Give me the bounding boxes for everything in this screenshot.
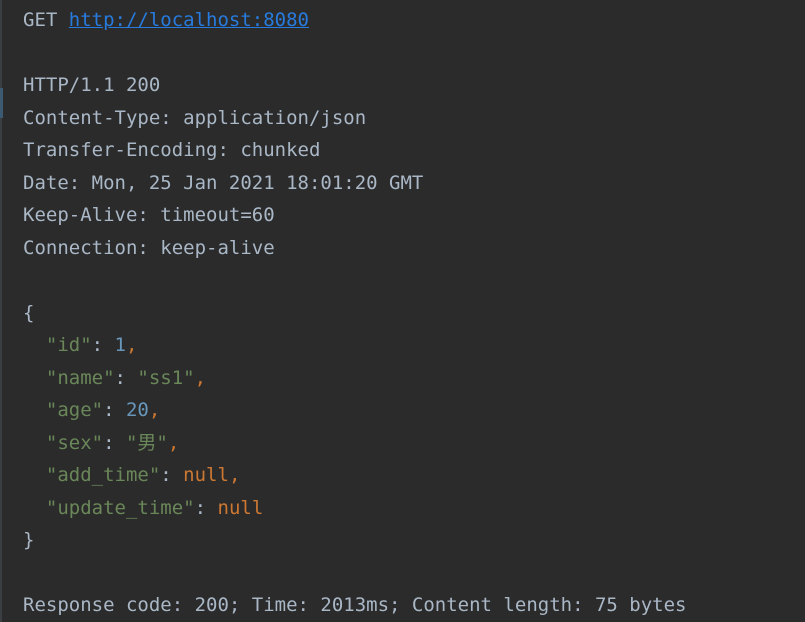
json-key: "age" — [45, 399, 104, 421]
header-date: Date: Mon, 25 Jan 2021 18:01:20 GMT — [23, 171, 424, 194]
http-response-viewer[interactable]: GET http://localhost:8080 HTTP/1.1 200 C… — [23, 4, 805, 622]
header-content-type: Content-Type: application/json — [23, 106, 367, 129]
json-field-id: "id": 1, — [45, 334, 138, 356]
json-comma: , — [167, 431, 180, 454]
json-key: "name" — [45, 366, 115, 389]
json-open-brace: { — [23, 301, 35, 324]
json-key: "sex" — [45, 431, 104, 454]
response-summary: Response code: 200; Time: 2013ms; Conten… — [23, 594, 687, 616]
gutter-marker — [0, 88, 3, 118]
json-comma: , — [194, 366, 207, 389]
json-comma: , — [228, 464, 241, 486]
json-comma: , — [126, 334, 138, 356]
json-value: null — [217, 496, 264, 519]
request-line: GET http://localhost:8080 — [23, 4, 805, 37]
request-url-link[interactable]: http://localhost:8080 — [69, 9, 309, 31]
json-key: "id" — [45, 334, 92, 356]
status-line: HTTP/1.1 200 — [23, 74, 161, 96]
json-value: 20 — [125, 399, 149, 421]
json-field-age: "age": 20, — [45, 399, 161, 421]
json-key: "update_time" — [45, 496, 195, 519]
header-keep-alive: Keep-Alive: timeout=60 — [23, 204, 275, 226]
json-field-update-time: "update_time": null — [45, 496, 264, 519]
header-transfer-encoding: Transfer-Encoding: chunked — [23, 139, 321, 161]
json-comma: , — [148, 399, 161, 421]
json-close-brace: } — [23, 529, 35, 551]
json-value: 1 — [114, 334, 126, 356]
json-field-add-time: "add_time": null, — [45, 464, 241, 486]
json-value: "ss1" — [137, 366, 195, 389]
json-value: null — [183, 464, 229, 486]
request-method: GET — [23, 9, 58, 31]
json-value: "男" — [125, 431, 168, 454]
header-connection: Connection: keep-alive — [23, 236, 275, 259]
json-field-sex: "sex": "男", — [45, 431, 180, 454]
json-field-name: "name": "ss1", — [45, 366, 207, 389]
json-key: "add_time" — [45, 464, 161, 486]
